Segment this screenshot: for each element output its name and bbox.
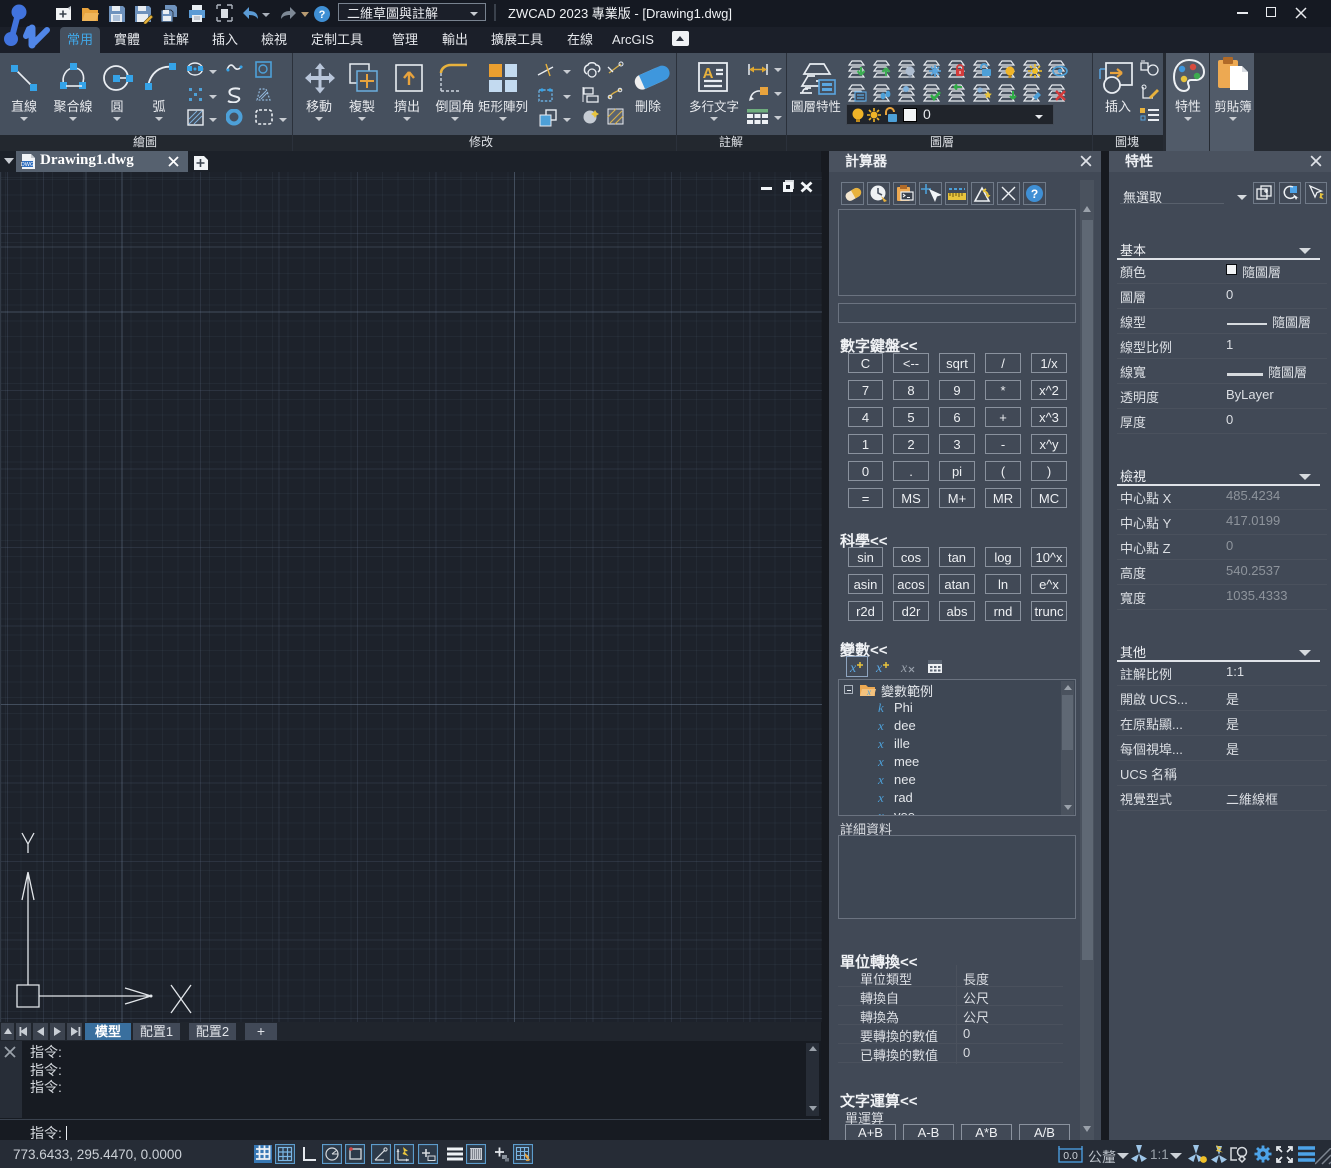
svg-text:x: x <box>877 736 884 751</box>
svg-text:x: x <box>877 790 884 805</box>
svg-text:x: x <box>877 808 884 816</box>
svg-text:DWG: DWG <box>21 162 34 168</box>
svg-text:0.0: 0.0 <box>1063 1150 1078 1162</box>
svg-text:?: ? <box>1031 187 1038 201</box>
svg-text:x: x <box>849 661 857 675</box>
svg-text:x: x <box>900 661 908 675</box>
svg-text:x: x <box>877 754 884 769</box>
svg-text:x: x <box>877 772 884 787</box>
svg-text:x: x <box>866 687 871 697</box>
svg-text:x: x <box>875 661 883 675</box>
svg-text:?: ? <box>319 9 326 21</box>
svg-text:x: x <box>877 718 884 733</box>
svg-text:k: k <box>878 700 884 715</box>
